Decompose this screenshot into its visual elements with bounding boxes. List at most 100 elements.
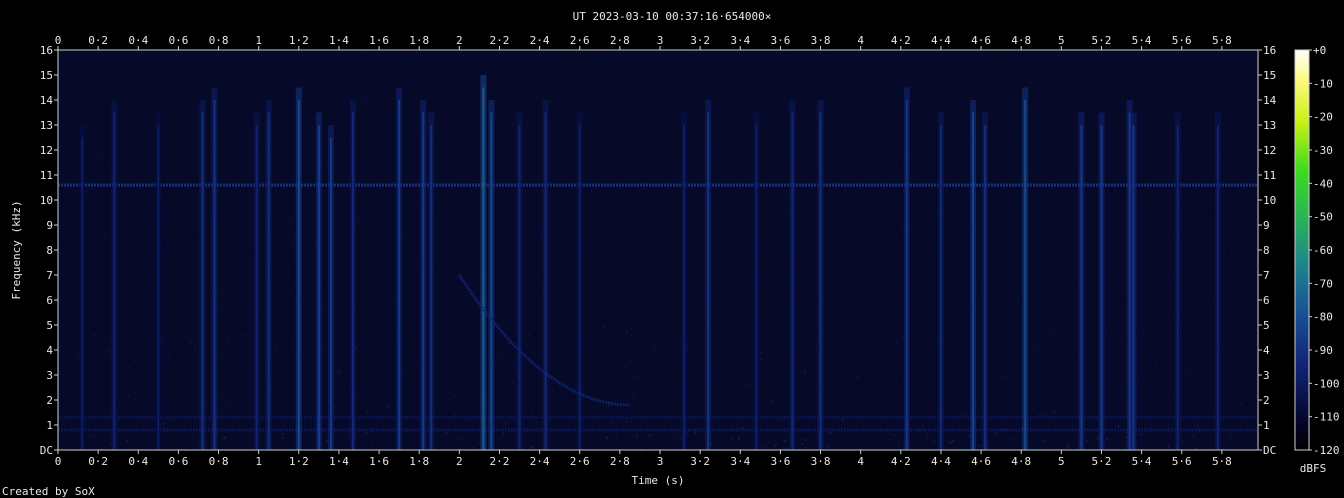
noise-speck bbox=[1157, 419, 1160, 422]
noise-speck bbox=[1181, 235, 1184, 238]
noise-speck bbox=[148, 340, 150, 343]
noise-speck bbox=[370, 283, 373, 286]
noise-speck bbox=[789, 54, 792, 57]
noise-speck bbox=[410, 80, 413, 83]
noise-speck bbox=[466, 149, 468, 152]
noise-speck bbox=[737, 437, 740, 440]
noise-speck bbox=[648, 434, 651, 437]
noise-speck bbox=[247, 383, 250, 386]
noise-speck bbox=[1019, 323, 1022, 326]
noise-speck bbox=[492, 94, 495, 97]
noise-speck bbox=[915, 282, 917, 285]
noise-speck bbox=[276, 247, 279, 250]
noise-speck bbox=[963, 254, 966, 257]
noise-speck bbox=[898, 331, 901, 334]
noise-speck bbox=[545, 72, 548, 75]
noise-speck bbox=[552, 274, 555, 277]
noise-speck bbox=[1119, 301, 1121, 304]
x-tick-label-bottom: 1·2 bbox=[289, 455, 309, 468]
noise-speck bbox=[593, 296, 596, 299]
noise-speck bbox=[119, 243, 122, 246]
noise-speck bbox=[894, 122, 897, 124]
noise-speck bbox=[411, 67, 414, 70]
noise-speck bbox=[1120, 342, 1123, 344]
noise-speck bbox=[644, 306, 647, 309]
chart-title: UT 2023-03-10 00:37:16·654000× bbox=[573, 10, 772, 23]
noise-speck bbox=[955, 301, 958, 304]
noise-speck bbox=[496, 194, 498, 197]
noise-speck bbox=[357, 217, 360, 220]
noise-speck bbox=[95, 66, 98, 69]
noise-speck bbox=[632, 395, 635, 398]
noise-speck bbox=[535, 421, 538, 424]
noise-speck bbox=[900, 171, 903, 174]
noise-speck bbox=[67, 157, 70, 160]
noise-speck bbox=[565, 122, 568, 125]
noise-speck bbox=[178, 282, 180, 285]
noise-speck bbox=[619, 239, 622, 242]
noise-speck bbox=[644, 97, 647, 100]
noise-speck bbox=[1223, 180, 1226, 183]
noise-speck bbox=[203, 95, 206, 98]
noise-speck bbox=[1074, 194, 1077, 197]
noise-speck bbox=[439, 299, 442, 302]
noise-speck bbox=[993, 271, 996, 274]
noise-speck bbox=[1221, 343, 1224, 346]
noise-speck bbox=[805, 247, 808, 250]
noise-speck bbox=[494, 89, 496, 92]
noise-speck bbox=[1065, 239, 1068, 242]
noise-speck bbox=[189, 340, 192, 343]
noise-speck bbox=[467, 296, 470, 299]
noise-speck bbox=[673, 360, 676, 362]
noise-speck bbox=[1144, 426, 1147, 429]
noise-speck bbox=[750, 142, 753, 145]
noise-speck bbox=[833, 241, 836, 243]
noise-speck bbox=[61, 190, 64, 193]
noise-speck bbox=[445, 332, 448, 335]
noise-speck bbox=[1071, 284, 1074, 287]
noise-speck bbox=[583, 172, 586, 175]
noise-speck bbox=[1113, 302, 1116, 305]
noise-speck bbox=[849, 399, 852, 402]
noise-speck bbox=[147, 367, 150, 370]
noise-speck bbox=[694, 94, 696, 97]
noise-speck bbox=[168, 73, 171, 75]
noise-speck bbox=[830, 303, 833, 305]
noise-speck bbox=[694, 348, 697, 351]
noise-speck bbox=[185, 264, 188, 267]
noise-speck bbox=[658, 177, 661, 179]
x-tick-label-bottom: 2·6 bbox=[570, 455, 590, 468]
noise-speck bbox=[837, 308, 840, 311]
noise-speck bbox=[1042, 307, 1045, 310]
noise-speck bbox=[407, 94, 410, 97]
y-tick-label-left: 8 bbox=[46, 244, 53, 257]
noise-speck bbox=[1019, 181, 1022, 184]
noise-speck bbox=[815, 174, 818, 177]
noise-speck bbox=[747, 441, 750, 444]
noise-speck bbox=[193, 58, 196, 61]
noise-speck bbox=[592, 320, 595, 323]
noise-speck bbox=[194, 349, 197, 352]
noise-speck bbox=[308, 295, 311, 298]
noise-speck bbox=[829, 431, 832, 434]
noise-speck bbox=[1093, 252, 1096, 255]
noise-speck bbox=[151, 381, 154, 384]
noise-speck bbox=[59, 78, 61, 81]
noise-speck bbox=[876, 397, 879, 400]
noise-speck bbox=[1199, 239, 1202, 242]
event-core bbox=[1132, 125, 1135, 450]
noise-speck bbox=[1237, 190, 1240, 193]
noise-speck bbox=[365, 179, 368, 182]
noise-speck bbox=[60, 396, 63, 399]
noise-speck bbox=[103, 212, 106, 215]
noise-speck bbox=[670, 405, 673, 408]
noise-speck bbox=[896, 310, 899, 313]
noise-speck bbox=[899, 163, 902, 165]
noise-speck bbox=[1233, 381, 1236, 384]
noise-speck bbox=[254, 91, 257, 94]
noise-speck bbox=[416, 107, 419, 110]
noise-speck bbox=[1167, 192, 1170, 195]
noise-speck bbox=[1089, 393, 1092, 396]
noise-speck bbox=[633, 375, 636, 378]
noise-speck bbox=[1182, 143, 1185, 146]
